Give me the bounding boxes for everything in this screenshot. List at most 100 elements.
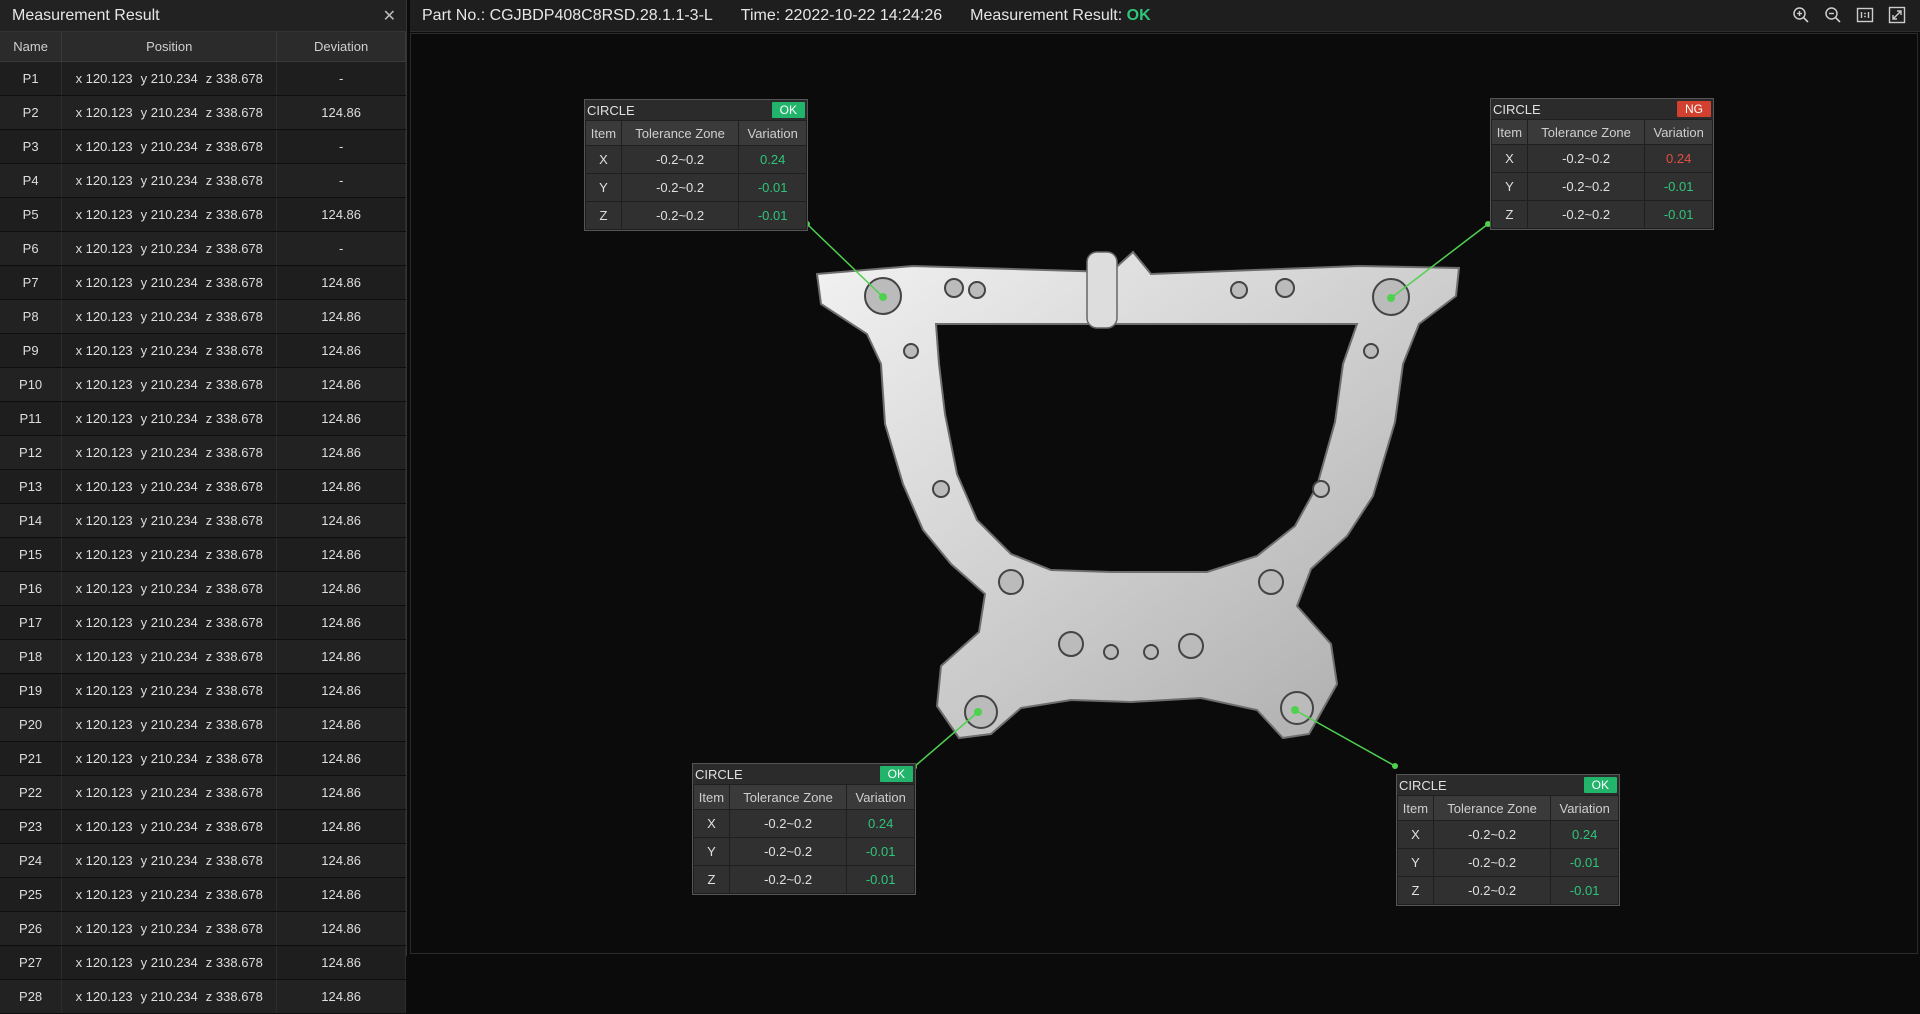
table-row[interactable]: P28 x 120.123 y 210.234 z 338.678 124.86 — [0, 979, 406, 1014]
callout-card-bottom-right[interactable]: CIRCLE OK Item Tolerance Zone Variation X -0.2… — [1396, 774, 1620, 906]
variation-cell: -0.01 — [738, 173, 807, 202]
card-title: CIRCLE — [587, 102, 635, 118]
row-deviation: 124.86 — [276, 911, 406, 946]
pos-x: x 120.123 — [75, 819, 133, 834]
row-position: x 120.123 y 210.234 z 338.678 — [61, 367, 278, 402]
pos-y: y 210.234 — [140, 139, 198, 154]
tolerance-cell: -0.2~0.2 — [728, 865, 848, 894]
row-position: x 120.123 y 210.234 z 338.678 — [61, 333, 278, 368]
table-row[interactable]: P24 x 120.123 y 210.234 z 338.678 124.86 — [0, 843, 406, 878]
header-item: Item — [693, 784, 730, 810]
card-header: CIRCLE OK — [585, 100, 807, 120]
row-position: x 120.123 y 210.234 z 338.678 — [61, 605, 278, 640]
table-row[interactable]: P17 x 120.123 y 210.234 z 338.678 124.86 — [0, 605, 406, 640]
table-row[interactable]: P26 x 120.123 y 210.234 z 338.678 124.86 — [0, 911, 406, 946]
table-row[interactable]: P23 x 120.123 y 210.234 z 338.678 124.86 — [0, 809, 406, 844]
table-row[interactable]: P18 x 120.123 y 210.234 z 338.678 124.86 — [0, 639, 406, 674]
fit-screen-icon[interactable] — [1886, 4, 1908, 26]
variation-cell: -0.01 — [1550, 876, 1619, 905]
row-position: x 120.123 y 210.234 z 338.678 — [61, 843, 278, 878]
table-row[interactable]: P7 x 120.123 y 210.234 z 338.678 124.86 — [0, 265, 406, 300]
column-header-deviation[interactable]: Deviation — [276, 32, 406, 62]
pos-z: z 338.678 — [205, 241, 263, 256]
item-cell: X — [693, 809, 730, 838]
row-deviation: - — [276, 163, 406, 198]
row-name: P21 — [0, 741, 63, 776]
measurement-table-body: P1 x 120.123 y 210.234 z 338.678- P2 x 120.12… — [0, 61, 406, 1014]
table-row[interactable]: P8 x 120.123 y 210.234 z 338.678 124.86 — [0, 299, 406, 334]
pos-y: y 210.234 — [140, 581, 198, 596]
table-row[interactable]: P3 x 120.123 y 210.234 z 338.678- — [0, 129, 406, 164]
pos-y: y 210.234 — [140, 479, 198, 494]
actual-size-icon[interactable] — [1854, 4, 1876, 26]
pos-z: z 338.678 — [205, 343, 263, 358]
panel-title: Measurement Result — [12, 6, 160, 24]
pos-x: x 120.123 — [75, 921, 133, 936]
variation-cell: -0.01 — [846, 865, 915, 894]
table-row[interactable]: P5 x 120.123 y 210.234 z 338.678 124.86 — [0, 197, 406, 232]
zoom-out-icon[interactable] — [1822, 4, 1844, 26]
column-header-name[interactable]: Name — [0, 32, 63, 62]
row-name: P17 — [0, 605, 63, 640]
table-row[interactable]: P22 x 120.123 y 210.234 z 338.678 124.86 — [0, 775, 406, 810]
row-position: x 120.123 y 210.234 z 338.678 — [61, 979, 278, 1014]
table-row[interactable]: P25 x 120.123 y 210.234 z 338.678 124.86 — [0, 877, 406, 912]
table-row[interactable]: P11 x 120.123 y 210.234 z 338.678 124.86 — [0, 401, 406, 436]
pos-z: z 338.678 — [205, 785, 263, 800]
table-row[interactable]: P2 x 120.123 y 210.234 z 338.678 124.86 — [0, 95, 406, 130]
item-cell: Y — [1491, 172, 1528, 201]
pos-x: x 120.123 — [75, 547, 133, 562]
row-name: P12 — [0, 435, 63, 470]
table-row[interactable]: P1 x 120.123 y 210.234 z 338.678- — [0, 61, 406, 96]
tolerance-row: X -0.2~0.2 0.24 — [1491, 144, 1713, 173]
tolerance-row: Y -0.2~0.2 -0.01 — [1397, 848, 1619, 877]
pos-y: y 210.234 — [140, 751, 198, 766]
pos-y: y 210.234 — [140, 207, 198, 222]
pos-y: y 210.234 — [140, 241, 198, 256]
table-row[interactable]: P21 x 120.123 y 210.234 z 338.678 124.86 — [0, 741, 406, 776]
table-row[interactable]: P13 x 120.123 y 210.234 z 338.678 124.86 — [0, 469, 406, 504]
table-row[interactable]: P15 x 120.123 y 210.234 z 338.678 124.86 — [0, 537, 406, 572]
pos-x: x 120.123 — [75, 71, 133, 86]
row-deviation: 124.86 — [276, 979, 406, 1014]
item-cell: Y — [693, 837, 730, 866]
callout-card-bottom-left[interactable]: CIRCLE OK Item Tolerance Zone Variation X -0.2… — [692, 763, 916, 895]
table-row[interactable]: P4 x 120.123 y 210.234 z 338.678- — [0, 163, 406, 198]
table-row[interactable]: P16 x 120.123 y 210.234 z 338.678 124.86 — [0, 571, 406, 606]
measurement-result-panel: Measurement Result ✕ Name Position Devia… — [0, 0, 407, 1014]
tolerance-cell: -0.2~0.2 — [620, 201, 740, 230]
row-deviation: 124.86 — [276, 673, 406, 708]
table-row[interactable]: P6 x 120.123 y 210.234 z 338.678- — [0, 231, 406, 266]
tolerance-cell: -0.2~0.2 — [1526, 172, 1646, 201]
table-row[interactable]: P20 x 120.123 y 210.234 z 338.678 124.86 — [0, 707, 406, 742]
row-position: x 120.123 y 210.234 z 338.678 — [61, 537, 278, 572]
pos-y: y 210.234 — [140, 105, 198, 120]
row-deviation: 124.86 — [276, 775, 406, 810]
row-deviation: 124.86 — [276, 435, 406, 470]
row-position: x 120.123 y 210.234 z 338.678 — [61, 911, 278, 946]
3d-viewport[interactable]: CIRCLE OK Item Tolerance Zone Variation X -0.2… — [410, 33, 1918, 954]
table-row[interactable]: P10 x 120.123 y 210.234 z 338.678 124.86 — [0, 367, 406, 402]
row-position: x 120.123 y 210.234 z 338.678 — [61, 707, 278, 742]
callout-card-top-right[interactable]: CIRCLE NG Item Tolerance Zone Variation X -0.2… — [1490, 98, 1714, 230]
column-header-position[interactable]: Position — [61, 32, 278, 62]
table-row[interactable]: P12 x 120.123 y 210.234 z 338.678 124.86 — [0, 435, 406, 470]
table-row[interactable]: P27 x 120.123 y 210.234 z 338.678 124.86 — [0, 945, 406, 980]
pos-x: x 120.123 — [75, 479, 133, 494]
pos-y: y 210.234 — [140, 717, 198, 732]
zoom-in-icon[interactable] — [1790, 4, 1812, 26]
row-name: P27 — [0, 945, 63, 980]
pos-x: x 120.123 — [75, 615, 133, 630]
pos-x: x 120.123 — [75, 989, 133, 1004]
pos-y: y 210.234 — [140, 615, 198, 630]
tolerance-cell: -0.2~0.2 — [1432, 848, 1552, 877]
table-row[interactable]: P9 x 120.123 y 210.234 z 338.678 124.86 — [0, 333, 406, 368]
callout-card-top-left[interactable]: CIRCLE OK Item Tolerance Zone Variation X -0.2… — [584, 99, 808, 231]
table-row[interactable]: P19 x 120.123 y 210.234 z 338.678 124.86 — [0, 673, 406, 708]
item-cell: X — [1491, 144, 1528, 173]
pos-z: z 338.678 — [205, 751, 263, 766]
pos-x: x 120.123 — [75, 343, 133, 358]
row-deviation: 124.86 — [276, 877, 406, 912]
close-icon[interactable]: ✕ — [383, 6, 396, 26]
table-row[interactable]: P14 x 120.123 y 210.234 z 338.678 124.86 — [0, 503, 406, 538]
